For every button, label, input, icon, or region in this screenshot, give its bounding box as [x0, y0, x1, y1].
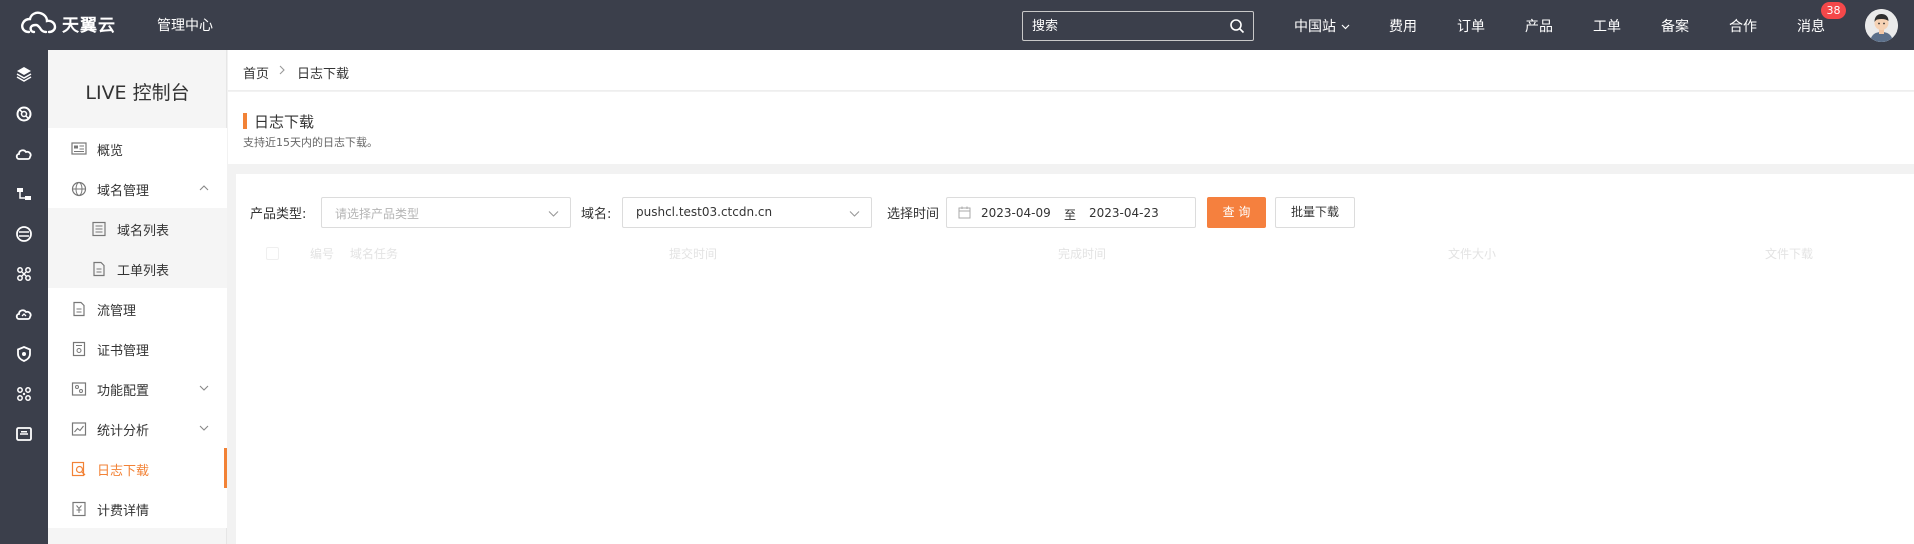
- sidebar-item-statistics[interactable]: 统计分析: [48, 408, 227, 448]
- chevron-right-icon: [278, 64, 286, 79]
- column-header: 提交时间: [669, 247, 718, 261]
- nav-filing[interactable]: 备案: [1661, 16, 1689, 36]
- title-accent-bar: [243, 113, 247, 129]
- sidebar-item-label: 计费详情: [97, 504, 150, 519]
- doc-icon: [91, 261, 107, 277]
- logo[interactable]: 天翼云: [20, 10, 116, 36]
- column-header: 域名任务: [350, 247, 399, 261]
- page-title: 日志下载: [254, 113, 315, 131]
- time-label: 选择时间: [887, 207, 940, 222]
- chevron-down-icon: [1342, 24, 1350, 30]
- sidebar-item-label: 流管理: [97, 304, 137, 319]
- date-separator: 至: [1064, 208, 1077, 222]
- breadcrumb: 首页 日志下载: [228, 50, 1914, 91]
- page-subtitle: 支持近15天内的日志下载。: [243, 136, 378, 149]
- select-all-checkbox[interactable]: [266, 247, 279, 260]
- search-icon[interactable]: [1229, 18, 1245, 38]
- chevron-down-icon: [849, 208, 860, 223]
- management-center-link[interactable]: 管理中心: [157, 15, 213, 35]
- monitor-icon[interactable]: [14, 424, 34, 444]
- globe-icon: [71, 181, 87, 197]
- batch-download-button[interactable]: 批量下载: [1275, 197, 1355, 228]
- config-icon: [71, 381, 87, 397]
- avatar[interactable]: [1865, 9, 1898, 42]
- product-type-select[interactable]: 请选择产品类型: [321, 197, 571, 228]
- calendar-icon: [958, 206, 971, 223]
- logo-text: 天翼云: [62, 15, 116, 36]
- cloud-upload-icon[interactable]: [14, 304, 34, 324]
- breadcrumb-current: 日志下载: [297, 67, 350, 82]
- doc-icon: [71, 301, 87, 317]
- chevron-down-icon: [548, 208, 559, 223]
- overview-icon: [71, 141, 87, 157]
- certificate-icon: [71, 341, 87, 357]
- sidebar-item-label: 工单列表: [117, 264, 170, 279]
- list-icon: [91, 221, 107, 237]
- database-icon[interactable]: [14, 224, 34, 244]
- query-button[interactable]: 查 询: [1207, 197, 1266, 228]
- sidebar-item-certificate-management[interactable]: 证书管理: [48, 328, 227, 368]
- sidebar-title: LIVE 控制台: [85, 82, 190, 104]
- service-icon-strip: [0, 50, 48, 544]
- chart-icon: [71, 421, 87, 437]
- top-bar: 天翼云 管理中心 中国站 费用 订单 产品 工单 备案 合作 消息 38: [0, 0, 1914, 50]
- domain-select[interactable]: pushcl.test03.ctcdn.cn: [622, 197, 872, 228]
- shield-icon[interactable]: [14, 344, 34, 364]
- sidebar-item-label: 域名列表: [117, 224, 170, 239]
- product-type-placeholder: 请选择产品类型: [335, 207, 420, 221]
- sidebar-item-label: 功能配置: [97, 384, 150, 399]
- sidebar-item-label: 日志下载: [97, 464, 150, 479]
- sidebar-item-domain-management[interactable]: 域名管理: [48, 168, 227, 208]
- sidebar-item-overview[interactable]: 概览: [48, 128, 227, 168]
- sidebar: LIVE 控制台 概览 域名管理 域名列表 工单列表 流管理 证书管理 功能配置…: [48, 50, 227, 544]
- start-date[interactable]: 2023-04-09: [981, 206, 1051, 220]
- page-header: 日志下载 支持近15天内的日志下载。: [228, 92, 1914, 164]
- nav-partners[interactable]: 合作: [1729, 16, 1757, 36]
- chevron-down-icon: [199, 382, 209, 397]
- search-input[interactable]: [1023, 12, 1213, 40]
- sidebar-item-feature-config[interactable]: 功能配置: [48, 368, 227, 408]
- cluster-icon[interactable]: [14, 384, 34, 404]
- billing-icon: [71, 501, 87, 517]
- table-header: 编号 域名任务 提交时间 完成时间 文件大小 文件下载: [236, 237, 1914, 267]
- column-header: 文件下载: [1765, 247, 1814, 261]
- nav-orders[interactable]: 订单: [1457, 16, 1485, 36]
- nav-products[interactable]: 产品: [1525, 16, 1553, 36]
- sidebar-item-billing-details[interactable]: 计费详情: [48, 488, 227, 528]
- date-range-picker[interactable]: 2023-04-09 至 2023-04-23: [946, 197, 1196, 228]
- domain-value: pushcl.test03.ctcdn.cn: [636, 205, 773, 219]
- network-icon[interactable]: [14, 184, 34, 204]
- nav-messages[interactable]: 消息: [1797, 16, 1825, 36]
- domain-label: 域名:: [581, 207, 612, 222]
- sidebar-item-log-download[interactable]: 日志下载: [48, 448, 227, 488]
- nav-tickets[interactable]: 工单: [1593, 16, 1621, 36]
- cloud-icon[interactable]: [14, 144, 34, 164]
- column-header: 完成时间: [1058, 247, 1107, 261]
- sidebar-item-label: 证书管理: [97, 344, 150, 359]
- sidebar-item-label: 概览: [97, 144, 124, 159]
- nav-billing[interactable]: 费用: [1389, 16, 1417, 36]
- support-icon[interactable]: [14, 104, 34, 124]
- column-header: 文件大小: [1448, 247, 1497, 261]
- column-header: 编号: [310, 247, 335, 261]
- search-box[interactable]: [1022, 11, 1254, 41]
- sidebar-item-label: 域名管理: [97, 184, 150, 199]
- end-date[interactable]: 2023-04-23: [1089, 206, 1159, 220]
- nav-china-site[interactable]: 中国站: [1294, 16, 1350, 36]
- sidebar-item-label: 统计分析: [97, 424, 150, 439]
- chevron-down-icon: [199, 422, 209, 437]
- layers-icon[interactable]: [14, 64, 34, 84]
- user-avatar-icon: [1865, 9, 1898, 42]
- message-count-badge: 38: [1821, 2, 1846, 19]
- cloud-logo-icon: [21, 11, 57, 34]
- sidebar-item-stream-management[interactable]: 流管理: [48, 288, 227, 328]
- breadcrumb-home[interactable]: 首页: [243, 63, 269, 82]
- log-download-icon: [71, 461, 87, 477]
- sidebar-item-domain-list[interactable]: 域名列表: [48, 208, 227, 248]
- sidebar-item-ticket-list[interactable]: 工单列表: [48, 248, 227, 288]
- nodes-icon[interactable]: [14, 264, 34, 284]
- chevron-up-icon: [199, 182, 209, 197]
- product-type-label: 产品类型:: [250, 207, 307, 222]
- content-panel: 产品类型: 请选择产品类型 域名: pushcl.test03.ctcdn.cn…: [236, 174, 1914, 544]
